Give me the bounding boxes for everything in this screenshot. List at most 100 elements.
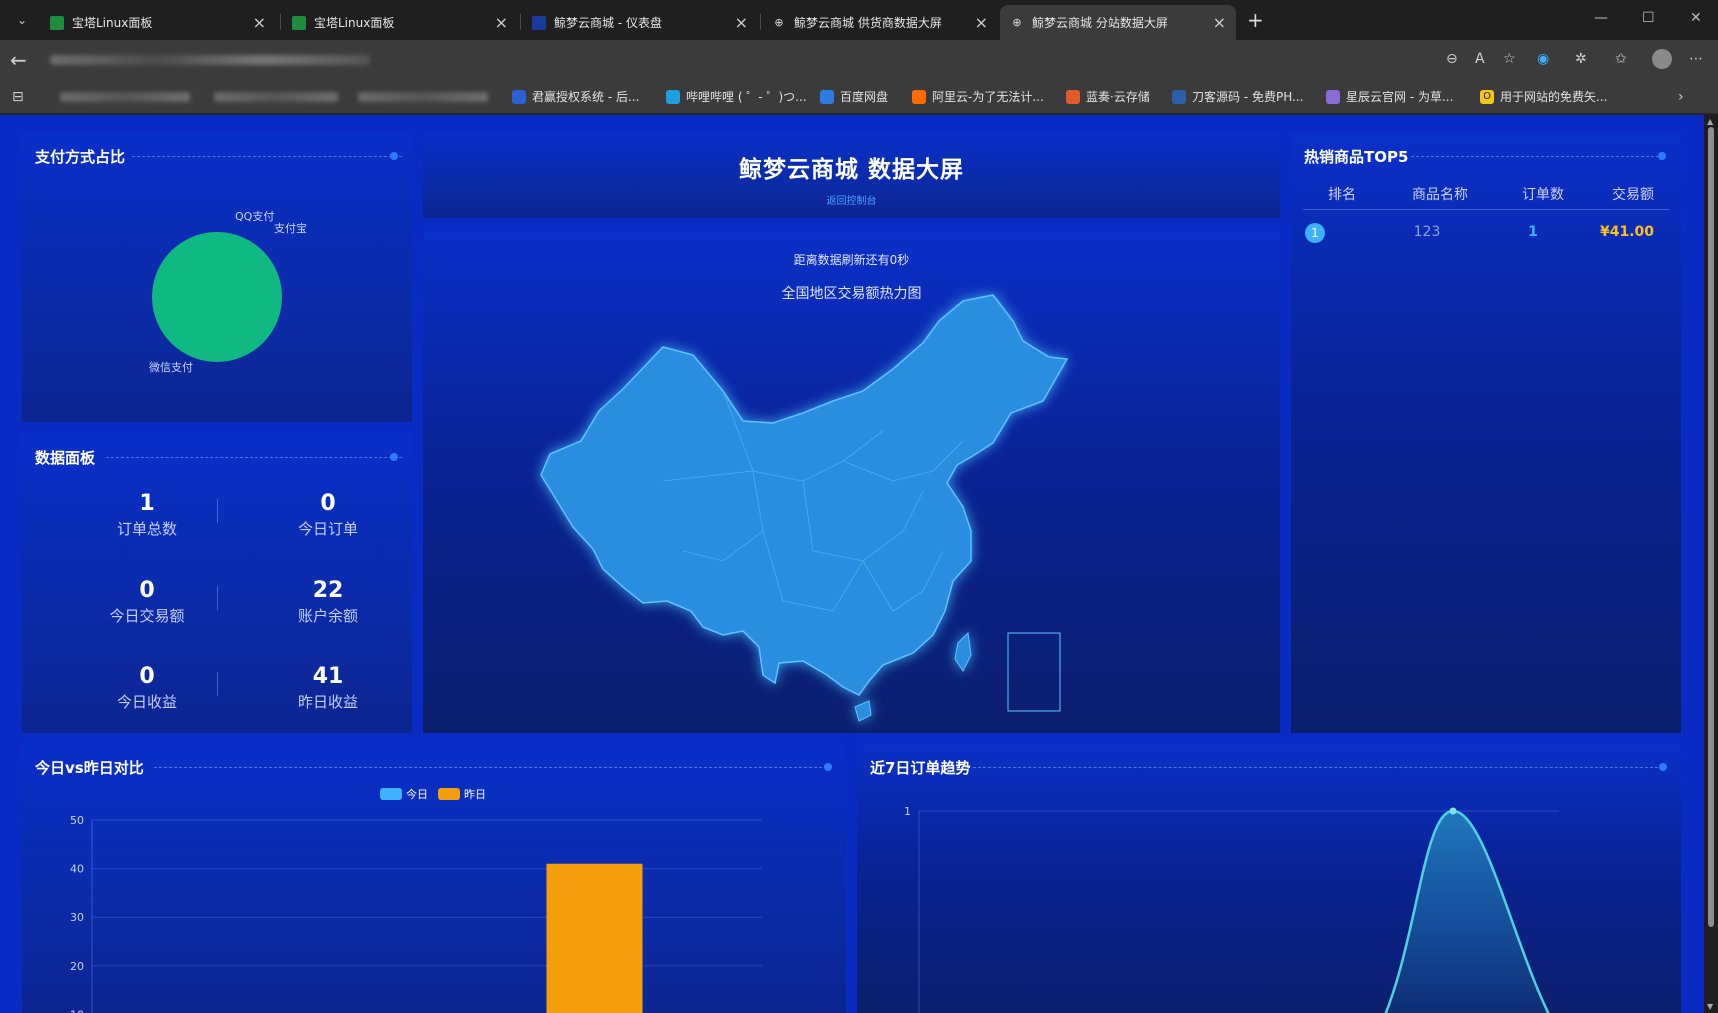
scroll-down-icon[interactable]: ▼ (1707, 1002, 1713, 1011)
pie-label-alipay: 支付宝 (274, 222, 307, 235)
new-tab-icon[interactable]: + (1247, 8, 1264, 32)
extensions-icon[interactable]: ✲ (1575, 51, 1587, 67)
bookmark-label: 阿里云-为了无法计... (932, 90, 1044, 104)
y-tick-label: 50 (70, 814, 84, 827)
stat-value: 22 (312, 578, 344, 603)
panel-title: 数据面板 (35, 449, 96, 467)
more-menu-icon[interactable]: ⋯ (1689, 51, 1703, 67)
table-header-orders: 订单数 (1522, 187, 1564, 203)
bookmark-blurred[interactable] (358, 92, 488, 102)
stat-account-balance: 22 账户余额 (248, 578, 408, 626)
bookmark-label: 哔哩哔哩 ( ゜- ゜)つ... (686, 90, 807, 104)
whale-logo-icon (532, 15, 546, 30)
stat-label: 账户余额 (297, 607, 358, 625)
top5-products-panel: 热销商品TOP5 排名 商品名称 订单数 交易额 1 123 1 ¥41.00 (1291, 132, 1681, 733)
scroll-up-icon[interactable]: ▲ (1707, 117, 1713, 126)
title-divider (106, 457, 402, 458)
trend-peak-point (1449, 807, 1457, 815)
url-field[interactable] (38, 45, 1440, 75)
bookmark-blurred[interactable] (214, 92, 338, 102)
address-bar: ← ⊖ A ☆ ◉ ✲ ✩ ⋯ (0, 40, 1718, 80)
payment-pie-slice-wechat[interactable] (152, 232, 282, 362)
compare-bar-chart: 50 40 30 20 10 (70, 814, 762, 1013)
favorite-star-icon[interactable]: ☆ (1503, 51, 1516, 67)
header-panel: 鲸梦云商城 数据大屏 返回控制台 (423, 132, 1280, 218)
rank-badge: 1 (1305, 223, 1325, 243)
y-tick-label: 30 (70, 911, 84, 924)
close-icon[interactable]: × (495, 13, 508, 32)
bookmark-item[interactable]: 阿里云-为了无法计... (912, 88, 1044, 105)
browser-tab[interactable]: 宝塔Linux面板 × (282, 5, 518, 40)
mainland-region[interactable] (540, 294, 1069, 696)
tab-divider (760, 14, 761, 30)
bookmark-item[interactable]: 蓝奏·云存储 (1066, 88, 1150, 105)
stat-value: 0 (139, 664, 155, 689)
reading-list-icon[interactable]: ⊟ (12, 89, 24, 105)
china-map[interactable] (423, 231, 1280, 733)
bookmark-label: 用于网站的免费矢... (1500, 90, 1608, 104)
browser-tab[interactable]: 宝塔Linux面板 × (40, 5, 276, 40)
zoom-icon[interactable]: ⊖ (1446, 51, 1458, 67)
bt-panel-icon (292, 15, 306, 30)
bookmark-item[interactable]: O 用于网站的免费矢... (1480, 88, 1607, 105)
scrollbar-thumb[interactable] (1708, 127, 1714, 927)
bookmarks-bar: ⊟ 君赢授权系统 - 后... 哔哩哔哩 ( ゜- ゜)つ... 百度网盘 阿里… (0, 80, 1718, 114)
tab-divider (520, 14, 521, 30)
globe-icon: ⊕ (1012, 15, 1022, 29)
tab-actions-menu-icon[interactable]: ⌄ (8, 8, 36, 32)
y-tick-label: 40 (70, 863, 84, 876)
window-close-icon[interactable]: ✕ (1690, 10, 1702, 26)
read-aloud-icon[interactable]: A (1475, 51, 1485, 67)
y-tick-label: 20 (70, 960, 84, 973)
blade-icon (1172, 89, 1186, 104)
favorites-icon[interactable]: ✩ (1615, 51, 1627, 67)
bookmark-item[interactable]: 刀客源码 - 免费PH... (1172, 88, 1303, 105)
bookmark-label: 蓝奏·云存储 (1086, 90, 1150, 104)
close-icon[interactable]: × (735, 13, 748, 32)
extension-mask-icon[interactable]: ◉ (1537, 51, 1549, 67)
table-cell-product: 123 (1413, 224, 1441, 240)
data-stats-panel: 数据面板 1 订单总数 0 今日订单 0 今日交易额 22 账户余额 0 今日收… (22, 433, 412, 733)
browser-tab[interactable]: 鲸梦云商城 - 仪表盘 × (522, 5, 758, 40)
title-divider (1411, 156, 1659, 157)
trend-area (1385, 811, 1549, 1013)
back-arrow-icon[interactable]: ← (10, 48, 27, 72)
bookmark-item[interactable]: 哔哩哔哩 ( ゜- ゜)つ... (666, 88, 807, 105)
profile-avatar-icon[interactable] (1652, 49, 1672, 69)
trend-area-chart: 1 (904, 805, 1559, 1013)
bookmark-item[interactable]: 君赢授权系统 - 后... (512, 88, 639, 105)
bookmark-blurred[interactable] (60, 92, 190, 102)
tab-title: 宝塔Linux面板 (314, 16, 395, 30)
browser-tab-active[interactable]: ⊕ 鲸梦云商城 分站数据大屏 × (1000, 5, 1236, 40)
bookmark-item[interactable]: 星辰云官网 - 为草... (1326, 88, 1453, 105)
title-dot (390, 453, 398, 461)
close-icon[interactable]: × (1213, 13, 1226, 32)
close-icon[interactable]: × (253, 13, 266, 32)
stat-value: 0 (139, 578, 155, 603)
back-to-console-link[interactable]: 返回控制台 (827, 192, 877, 207)
table-cell-amount: ¥41.00 (1599, 224, 1655, 240)
south-china-sea-inset (1007, 632, 1061, 712)
stat-divider (217, 499, 218, 523)
chevron-right-icon[interactable]: › (1678, 89, 1684, 105)
trend-panel: 近7日订单趋势 1 (857, 743, 1681, 1013)
heatmap-panel: 距离数据刷新还有0秒 全国地区交易额热力图 (423, 231, 1280, 733)
tab-title: 鲸梦云商城 分站数据大屏 (1032, 16, 1168, 30)
title-dot (1658, 152, 1666, 160)
stat-total-orders: 1 订单总数 (67, 491, 227, 539)
hainan-region[interactable] (854, 700, 872, 722)
stat-today-volume: 0 今日交易额 (67, 578, 227, 626)
stat-label: 订单总数 (116, 520, 177, 538)
cloud-icon (820, 89, 834, 104)
browser-tab[interactable]: ⊕ 鲸梦云商城 供货商数据大屏 × (762, 5, 998, 40)
maximize-icon[interactable]: ☐ (1642, 10, 1655, 26)
bookmark-item[interactable]: 百度网盘 (820, 88, 888, 105)
minimize-icon[interactable]: — (1594, 10, 1608, 26)
tab-divider (280, 14, 281, 30)
close-icon[interactable]: × (975, 13, 988, 32)
stat-today-orders: 0 今日订单 (248, 491, 408, 539)
title-divider (132, 156, 402, 157)
page-scrollbar[interactable]: ▲ ▼ (1704, 115, 1718, 1013)
taiwan-region[interactable] (954, 631, 972, 672)
tab-bar: ⌄ 宝塔Linux面板 × 宝塔Linux面板 × 鲸梦云商城 - 仪表盘 × … (0, 0, 1718, 40)
